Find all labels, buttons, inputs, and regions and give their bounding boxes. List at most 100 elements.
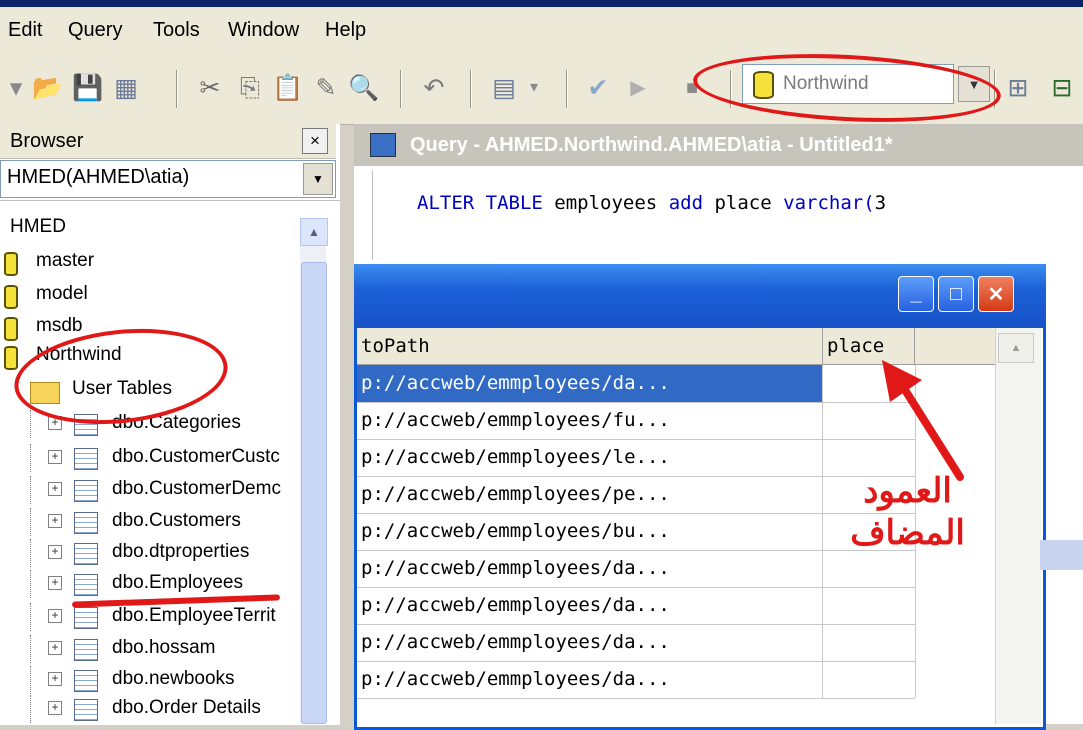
tree-line bbox=[30, 603, 32, 631]
table-icon bbox=[74, 670, 98, 692]
table-row[interactable]: p://accweb/emmployees/da... bbox=[357, 587, 916, 625]
tree-line bbox=[30, 410, 32, 438]
close-icon[interactable]: ✕ bbox=[978, 276, 1014, 312]
table-icon bbox=[74, 480, 98, 502]
expand-icon[interactable]: + bbox=[48, 482, 62, 496]
tree-item-label: dbo.Order Details bbox=[112, 697, 261, 718]
cell-topath: p://accweb/emmployees/fu... bbox=[357, 402, 823, 439]
tree-item-server[interactable]: HMED bbox=[0, 214, 300, 242]
sql-text: employees bbox=[554, 192, 658, 214]
dropdown-arrow-icon[interactable]: ▾ bbox=[4, 70, 28, 106]
table-icon bbox=[74, 448, 98, 470]
menu-help[interactable]: Help bbox=[325, 19, 366, 42]
find-icon[interactable]: 🔍 bbox=[348, 70, 380, 106]
menu-query[interactable]: Query bbox=[68, 19, 122, 42]
copy-icon[interactable]: ⎘ bbox=[234, 70, 266, 106]
tree-item-table[interactable]: + dbo.dtproperties bbox=[0, 539, 300, 567]
tree-item-table[interactable]: + dbo.Order Details bbox=[0, 695, 300, 723]
column-header-topath[interactable]: toPath bbox=[357, 328, 823, 364]
menu-tools[interactable]: Tools bbox=[153, 19, 200, 42]
sql-statement[interactable]: ALTER TABLE employees add place varchar(… bbox=[417, 192, 886, 214]
database-icon bbox=[4, 252, 18, 276]
query-window-titlebar[interactable]: Query - AHMED.Northwind.AHMED\atia - Unt… bbox=[354, 124, 1083, 166]
chevron-down-icon[interactable]: ▼ bbox=[303, 163, 333, 195]
table-row[interactable]: p://accweb/emmployees/da... bbox=[357, 365, 916, 403]
tree-item-table[interactable]: + dbo.EmployeeTerrit bbox=[0, 603, 300, 631]
close-icon[interactable]: × bbox=[302, 128, 328, 154]
tree-line bbox=[30, 508, 32, 536]
expand-icon[interactable]: + bbox=[48, 450, 62, 464]
sql-text: place bbox=[714, 192, 772, 214]
table-row[interactable]: p://accweb/emmployees/fu... bbox=[357, 402, 916, 440]
cell-topath: p://accweb/emmployees/da... bbox=[357, 365, 823, 402]
object-browser-title: Browser bbox=[10, 130, 84, 152]
cut-icon[interactable]: ✂ bbox=[194, 70, 226, 106]
arabic-annotation: العمود المضاف bbox=[820, 470, 995, 554]
tree-item-table[interactable]: + dbo.CustomerDemc bbox=[0, 476, 300, 504]
grid-dropdown-icon[interactable]: ▾ bbox=[524, 70, 544, 106]
table-row[interactable]: p://accweb/emmployees/da... bbox=[357, 661, 916, 699]
expand-icon[interactable]: + bbox=[48, 641, 62, 655]
tree-line bbox=[30, 570, 32, 598]
menu-edit[interactable]: Edit bbox=[8, 19, 42, 42]
background-window-strip bbox=[1040, 540, 1083, 570]
editor-gutter bbox=[372, 170, 389, 260]
tree-scroll-thumb[interactable] bbox=[301, 262, 327, 724]
expand-icon[interactable]: + bbox=[48, 701, 62, 715]
tree-line bbox=[30, 476, 32, 504]
open-folder-icon[interactable]: 📂 bbox=[32, 70, 64, 106]
show-pane-icon[interactable]: ⊟ bbox=[1044, 70, 1080, 106]
arrow-head bbox=[882, 360, 922, 402]
maximize-icon[interactable]: □ bbox=[938, 276, 974, 312]
menu-window[interactable]: Window bbox=[228, 19, 299, 42]
tree-item-label: dbo.newbooks bbox=[112, 668, 235, 689]
object-browser-header: Browser × bbox=[0, 124, 336, 159]
tree-item-label: model bbox=[36, 283, 88, 304]
cell-topath: p://accweb/emmployees/bu... bbox=[357, 513, 823, 550]
object-browser-icon[interactable]: ⊞ bbox=[1002, 70, 1034, 106]
red-arrow-annotation bbox=[882, 360, 964, 481]
tree-item-table[interactable]: + dbo.Customers bbox=[0, 508, 300, 536]
save-icon[interactable]: 💾 bbox=[72, 70, 104, 106]
parse-check-icon[interactable]: ✔ bbox=[582, 70, 614, 106]
tree-item-label: HMED bbox=[10, 216, 66, 237]
tree-line bbox=[30, 635, 32, 663]
scroll-up-icon[interactable]: ▲ bbox=[998, 333, 1034, 363]
toolbar-separator bbox=[566, 70, 568, 108]
tree-item-label: dbo.hossam bbox=[112, 637, 216, 658]
paste-icon[interactable]: 📋 bbox=[272, 70, 304, 106]
tree-item-table[interactable]: + dbo.newbooks bbox=[0, 666, 300, 694]
results-scrollbar[interactable] bbox=[995, 328, 1041, 724]
tree-item-database[interactable]: model bbox=[0, 281, 300, 309]
sql-keyword: ALTER TABLE bbox=[417, 192, 543, 214]
expand-icon[interactable]: + bbox=[48, 672, 62, 686]
table-icon bbox=[74, 607, 98, 629]
table-row[interactable]: p://accweb/emmployees/da... bbox=[357, 550, 916, 588]
expand-icon[interactable]: + bbox=[48, 609, 62, 623]
expand-icon[interactable]: + bbox=[48, 514, 62, 528]
tree-item-table[interactable]: + dbo.CustomerCustc bbox=[0, 444, 300, 472]
server-dropdown[interactable]: HMED(AHMED\atia) ▼ bbox=[0, 160, 336, 198]
cell-topath: p://accweb/emmployees/pe... bbox=[357, 476, 823, 513]
table-icon bbox=[74, 699, 98, 721]
template-icon[interactable]: ▦ bbox=[110, 70, 142, 106]
table-icon bbox=[74, 639, 98, 661]
tree-item-database[interactable]: master bbox=[0, 248, 300, 276]
execute-icon[interactable]: ▶ bbox=[622, 70, 654, 106]
undo-icon[interactable]: ↶ bbox=[418, 70, 450, 106]
expand-icon[interactable]: + bbox=[48, 576, 62, 590]
minimize-icon[interactable]: _ bbox=[898, 276, 934, 312]
expand-icon[interactable]: + bbox=[48, 545, 62, 559]
results-window-titlebar[interactable]: _ □ ✕ bbox=[354, 264, 1046, 328]
tree-item-label: dbo.dtproperties bbox=[112, 541, 250, 562]
scroll-up-icon[interactable]: ▲ bbox=[300, 218, 328, 246]
results-grid-icon[interactable]: ▤ bbox=[488, 70, 520, 106]
table-row[interactable]: p://accweb/emmployees/da... bbox=[357, 624, 916, 662]
server-dropdown-value: HMED(AHMED\atia) bbox=[7, 166, 190, 188]
edit-icon[interactable]: ✎ bbox=[310, 70, 342, 106]
tree-item-table[interactable]: + dbo.Employees bbox=[0, 570, 300, 598]
tree-item-label: dbo.Customers bbox=[112, 510, 241, 531]
tree-item-table[interactable]: + dbo.hossam bbox=[0, 635, 300, 663]
tree-item-label: master bbox=[36, 250, 95, 271]
menu-bar: Edit Query Tools Window Help bbox=[0, 7, 1083, 52]
